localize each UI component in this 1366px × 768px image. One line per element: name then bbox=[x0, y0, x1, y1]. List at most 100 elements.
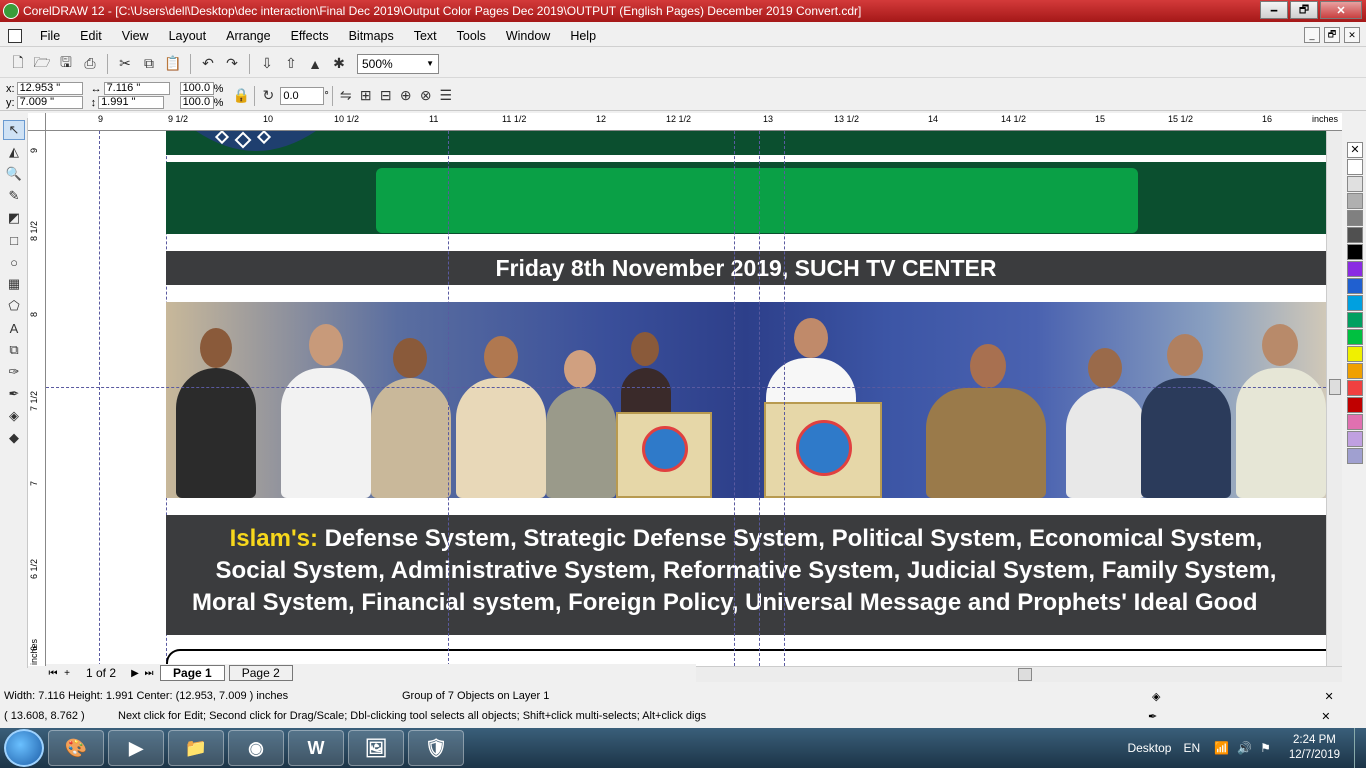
chrome-icon[interactable]: ◉ bbox=[228, 730, 284, 766]
menu-text[interactable]: Text bbox=[404, 29, 447, 43]
width-field[interactable]: 7.116 " bbox=[103, 82, 170, 95]
doc-close-button[interactable]: ✕ bbox=[1344, 27, 1360, 43]
word-icon[interactable]: W bbox=[288, 730, 344, 766]
application-launcher-icon[interactable]: ▲ bbox=[305, 54, 325, 74]
topics-band[interactable]: Islam's: Defense System, Strategic Defen… bbox=[166, 515, 1326, 635]
color-swatch[interactable] bbox=[1347, 210, 1363, 226]
paint-icon[interactable]: 🎨 bbox=[48, 730, 104, 766]
print-icon[interactable]: ⎙ bbox=[80, 54, 100, 74]
menu-help[interactable]: Help bbox=[560, 29, 606, 43]
image-viewer-icon[interactable]: 🖼 bbox=[348, 730, 404, 766]
color-swatch[interactable] bbox=[1347, 397, 1363, 413]
guideline[interactable] bbox=[99, 131, 100, 666]
guideline[interactable] bbox=[759, 131, 760, 666]
fill-indicator-icon[interactable]: ◈ bbox=[1152, 690, 1160, 703]
x-position-field[interactable]: 12.953 " bbox=[16, 82, 83, 95]
scale-y-field[interactable]: 100.0 bbox=[179, 96, 214, 109]
group-icon[interactable]: ⊞ bbox=[356, 86, 376, 106]
next-page-button[interactable]: ▶ bbox=[128, 668, 142, 679]
maximize-button[interactable]: 🗗 bbox=[1290, 1, 1318, 19]
close-button[interactable]: ✕ bbox=[1320, 1, 1362, 19]
horizontal-ruler[interactable]: 9 9 1/2 10 10 1/2 11 11 1/2 12 12 1/2 13 13 1/2 14… bbox=[46, 113, 1342, 131]
menu-arrange[interactable]: Arrange bbox=[216, 29, 280, 43]
color-swatch[interactable] bbox=[1347, 312, 1363, 328]
date-band[interactable]: Friday 8th November 2019, SUCH TV CENTER bbox=[166, 251, 1326, 285]
last-page-button[interactable]: ⏭ bbox=[142, 668, 156, 679]
security-icon[interactable]: 🛡 bbox=[408, 730, 464, 766]
rectangle-tool-icon[interactable]: □ bbox=[3, 230, 25, 250]
text-tool-icon[interactable]: A bbox=[3, 318, 25, 338]
lock-ratio-icon[interactable]: 🔒 bbox=[231, 86, 251, 106]
menu-tools[interactable]: Tools bbox=[447, 29, 496, 43]
copy-icon[interactable]: ⧉ bbox=[139, 54, 159, 74]
color-swatch[interactable] bbox=[1347, 380, 1363, 396]
ellipse-tool-icon[interactable]: ○ bbox=[3, 252, 25, 272]
mirror-icon[interactable]: ⇋ bbox=[336, 86, 356, 106]
smart-fill-tool-icon[interactable]: ◩ bbox=[3, 208, 25, 228]
freehand-tool-icon[interactable]: ✎ bbox=[3, 186, 25, 206]
title-banner-inner[interactable] bbox=[376, 168, 1138, 233]
flag-icon[interactable]: ⚑ bbox=[1260, 741, 1271, 755]
color-swatch[interactable] bbox=[1347, 363, 1363, 379]
media-player-icon[interactable]: ▶ bbox=[108, 730, 164, 766]
menu-file[interactable]: File bbox=[30, 29, 70, 43]
desktop-toolbar-label[interactable]: Desktop bbox=[1127, 741, 1171, 755]
color-swatch[interactable] bbox=[1347, 227, 1363, 243]
color-swatch[interactable] bbox=[1347, 261, 1363, 277]
color-swatch[interactable] bbox=[1347, 346, 1363, 362]
eyedropper-tool-icon[interactable]: ✑ bbox=[3, 362, 25, 382]
horizontal-scrollbar[interactable] bbox=[696, 666, 1342, 682]
new-icon[interactable]: 🗋 bbox=[8, 54, 28, 74]
graph-paper-tool-icon[interactable]: ▦ bbox=[3, 274, 25, 294]
save-icon[interactable]: 🖫 bbox=[56, 54, 76, 74]
minimize-button[interactable]: 🗕 bbox=[1260, 1, 1288, 19]
file-explorer-icon[interactable]: 📁 bbox=[168, 730, 224, 766]
guideline[interactable] bbox=[46, 387, 1326, 388]
ruler-origin[interactable] bbox=[28, 113, 46, 131]
color-swatch[interactable] bbox=[1347, 244, 1363, 260]
color-swatch[interactable] bbox=[1347, 159, 1363, 175]
y-position-field[interactable]: 7.009 " bbox=[16, 96, 83, 109]
tab-page-1[interactable]: Page 1 bbox=[160, 665, 225, 681]
event-photo[interactable] bbox=[166, 302, 1326, 498]
rotation-field[interactable]: 0.0 bbox=[280, 86, 325, 105]
clock[interactable]: 2:24 PM 12/7/2019 bbox=[1289, 733, 1340, 763]
color-swatch[interactable] bbox=[1347, 176, 1363, 192]
undo-icon[interactable]: ↶ bbox=[198, 54, 218, 74]
color-swatch[interactable] bbox=[1347, 431, 1363, 447]
volume-icon[interactable]: 🔊 bbox=[1237, 741, 1252, 755]
color-swatch[interactable] bbox=[1347, 278, 1363, 294]
vertical-scroll-thumb[interactable] bbox=[1329, 379, 1341, 395]
guideline[interactable] bbox=[734, 131, 735, 666]
menu-window[interactable]: Window bbox=[496, 29, 560, 43]
menu-effects[interactable]: Effects bbox=[281, 29, 339, 43]
interactive-blend-tool-icon[interactable]: ⧉ bbox=[3, 340, 25, 360]
menu-edit[interactable]: Edit bbox=[70, 29, 112, 43]
title-banner[interactable] bbox=[166, 162, 1326, 234]
color-swatch[interactable] bbox=[1347, 193, 1363, 209]
guideline[interactable] bbox=[784, 131, 785, 666]
outline-indicator-icon[interactable]: ✒ bbox=[1148, 710, 1157, 723]
color-swatch[interactable] bbox=[1347, 414, 1363, 430]
export-icon[interactable]: ⇧ bbox=[281, 54, 301, 74]
cut-icon[interactable]: ✂ bbox=[115, 54, 135, 74]
doc-minimize-button[interactable]: _ bbox=[1304, 27, 1320, 43]
menu-layout[interactable]: Layout bbox=[159, 29, 217, 43]
document-page[interactable]: Friday 8th November 2019, SUCH TV CENTER… bbox=[166, 131, 1326, 666]
outline-tool-icon[interactable]: ✒ bbox=[3, 384, 25, 404]
color-swatch[interactable] bbox=[1347, 448, 1363, 464]
interactive-fill-tool-icon[interactable]: ◆ bbox=[3, 428, 25, 448]
drawing-canvas[interactable]: Friday 8th November 2019, SUCH TV CENTER… bbox=[46, 131, 1326, 666]
break-apart-icon[interactable]: ⊗ bbox=[416, 86, 436, 106]
zoom-level-select[interactable]: 500% ▼ bbox=[357, 53, 439, 74]
add-page-button[interactable]: + bbox=[60, 668, 74, 679]
ungroup-icon[interactable]: ⊟ bbox=[376, 86, 396, 106]
scale-x-field[interactable]: 100.0 bbox=[179, 82, 214, 95]
doc-restore-button[interactable]: 🗗 bbox=[1324, 27, 1340, 43]
corel-online-icon[interactable]: ✱ bbox=[329, 54, 349, 74]
import-icon[interactable]: ⇩ bbox=[257, 54, 277, 74]
tab-page-2[interactable]: Page 2 bbox=[228, 665, 293, 681]
header-bar[interactable] bbox=[166, 131, 1326, 155]
horizontal-scroll-thumb[interactable] bbox=[1018, 668, 1032, 681]
shape-tool-icon[interactable]: ◭ bbox=[3, 142, 25, 162]
